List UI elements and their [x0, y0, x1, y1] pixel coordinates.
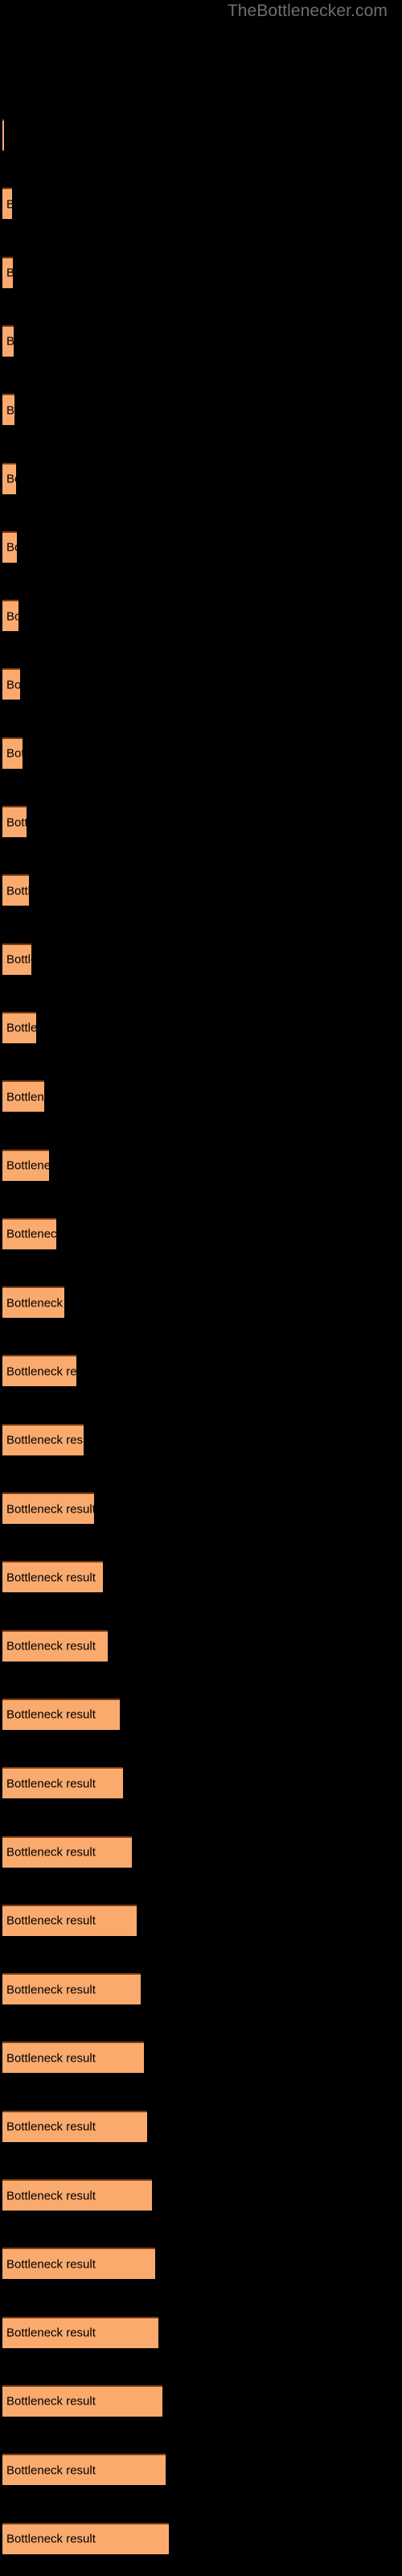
- bar-label: Bottleneck result: [6, 2463, 96, 2478]
- bar-label: Bottleneck result: [6, 678, 20, 692]
- chart-bar[interactable]: Bottleneck result: [2, 806, 27, 837]
- bar-label: Bottleneck result: [6, 1158, 49, 1173]
- chart-bar[interactable]: Bottleneck result: [2, 2316, 158, 2348]
- chart-bar[interactable]: Bottleneck result: [2, 530, 17, 563]
- bar-label: Bottleneck result: [6, 2120, 96, 2134]
- chart-bar[interactable]: Bottleneck result: [2, 943, 31, 975]
- chart-bar[interactable]: Bottleneck result: [2, 1698, 120, 1730]
- chart-bar[interactable]: Bottleneck result: [2, 737, 23, 769]
- chart-bar[interactable]: Bottleneck result: [2, 119, 4, 151]
- bar-label: Bottleneck result: [6, 1913, 96, 1928]
- bar-label: Bottleneck result: [6, 472, 16, 486]
- bar-label: Bottleneck result: [6, 1502, 94, 1516]
- bar-label: Bottleneck result: [6, 1845, 96, 1860]
- bar-label: Bottleneck result: [6, 952, 31, 967]
- bar-label: Bottleneck result: [6, 2394, 96, 2409]
- bar-label: Bottleneck result: [6, 884, 29, 898]
- chart-bar[interactable]: Bottleneck result: [2, 2179, 152, 2211]
- chart-bar[interactable]: Bottleneck result: [2, 1904, 137, 1936]
- chart-bar[interactable]: Bottleneck result: [2, 2522, 169, 2554]
- bar-label: Bottleneck result: [6, 746, 23, 761]
- chart-bar[interactable]: Bottleneck result: [2, 1011, 36, 1043]
- chart-bar[interactable]: Bottleneck result: [2, 1217, 56, 1249]
- bar-label: Bottleneck result: [6, 1364, 76, 1379]
- bar-label: Bottleneck result: [6, 1021, 36, 1035]
- bar-label: Bottleneck result: [6, 267, 13, 279]
- chart-bar[interactable]: Bottleneck result: [2, 1423, 84, 1455]
- bar-label: Bottleneck result: [6, 403, 14, 418]
- chart-bar[interactable]: Bottleneck result: [2, 2041, 144, 2074]
- bar-label: Bottleneck result: [6, 2051, 96, 2066]
- chart-bar[interactable]: Bottleneck result: [2, 1767, 123, 1799]
- chart-bar[interactable]: Bottleneck result: [2, 1355, 76, 1387]
- chart-bar[interactable]: Bottleneck result: [2, 1149, 49, 1181]
- chart-bar[interactable]: Bottleneck result: [2, 324, 14, 357]
- chart-bar[interactable]: Bottleneck result: [2, 2248, 155, 2280]
- bar-label: Bottleneck result: [6, 540, 17, 555]
- bar-label: Bottleneck result: [6, 1707, 96, 1722]
- bar-label: Bottleneck result: [6, 1571, 96, 1585]
- bar-label: Bottleneck result: [6, 1983, 96, 1997]
- plot-area: Bottleneck result Bottleneck result Bottle…: [0, 0, 402, 2576]
- bar-label: Bottleneck result: [6, 2257, 96, 2272]
- bar-label: Bottleneck result: [6, 1227, 56, 1241]
- chart-bar[interactable]: Bottleneck result: [2, 1492, 94, 1524]
- chart-bar[interactable]: Bottleneck result: [2, 2110, 147, 2142]
- chart-bar[interactable]: Bottleneck result: [2, 1629, 108, 1662]
- bar-label: Bottleneck result: [6, 1296, 64, 1311]
- bar-label: Bottleneck result: [6, 609, 18, 624]
- bar-label: Bottleneck result: [6, 198, 12, 210]
- chart-bar[interactable]: Bottleneck result: [2, 1835, 132, 1868]
- bar-label: Bottleneck result: [6, 1090, 44, 1104]
- bar-label: Bottleneck result: [6, 2326, 96, 2340]
- chart-bar[interactable]: Bottleneck result: [2, 874, 29, 906]
- bar-label: Bottleneck result: [6, 336, 14, 348]
- bar-label: Bottleneck result: [6, 2189, 96, 2202]
- bar-label: Bottleneck result: [6, 2532, 96, 2546]
- chart-bar[interactable]: Bottleneck result: [2, 1973, 141, 2005]
- chart-bar[interactable]: Bottleneck result: [2, 668, 20, 700]
- chart-bar[interactable]: Bottleneck result: [2, 394, 14, 426]
- chart-bar[interactable]: Bottleneck result: [2, 1286, 64, 1319]
- bar-label: Bottleneck result: [6, 1639, 96, 1653]
- chart-bar[interactable]: Bottleneck result: [2, 2384, 162, 2417]
- chart-bar[interactable]: Bottleneck result: [2, 2454, 166, 2486]
- chart-bar[interactable]: Bottleneck result: [2, 1561, 103, 1593]
- chart-bar[interactable]: Bottleneck result: [2, 256, 13, 288]
- bar-label: Bottleneck result: [6, 1433, 84, 1447]
- chart-bar[interactable]: Bottleneck result: [2, 1080, 44, 1113]
- bottleneck-chart: TheBottlenecker.com Bottleneck resultBot…: [0, 0, 402, 2576]
- bar-label: Bottleneck result: [6, 1777, 96, 1791]
- chart-bar[interactable]: Bottleneck result: [2, 462, 16, 494]
- chart-bar[interactable]: Bottleneck result: [2, 600, 18, 632]
- chart-bar[interactable]: Bottleneck result: [2, 188, 12, 220]
- bar-label: Bottleneck result: [6, 815, 27, 829]
